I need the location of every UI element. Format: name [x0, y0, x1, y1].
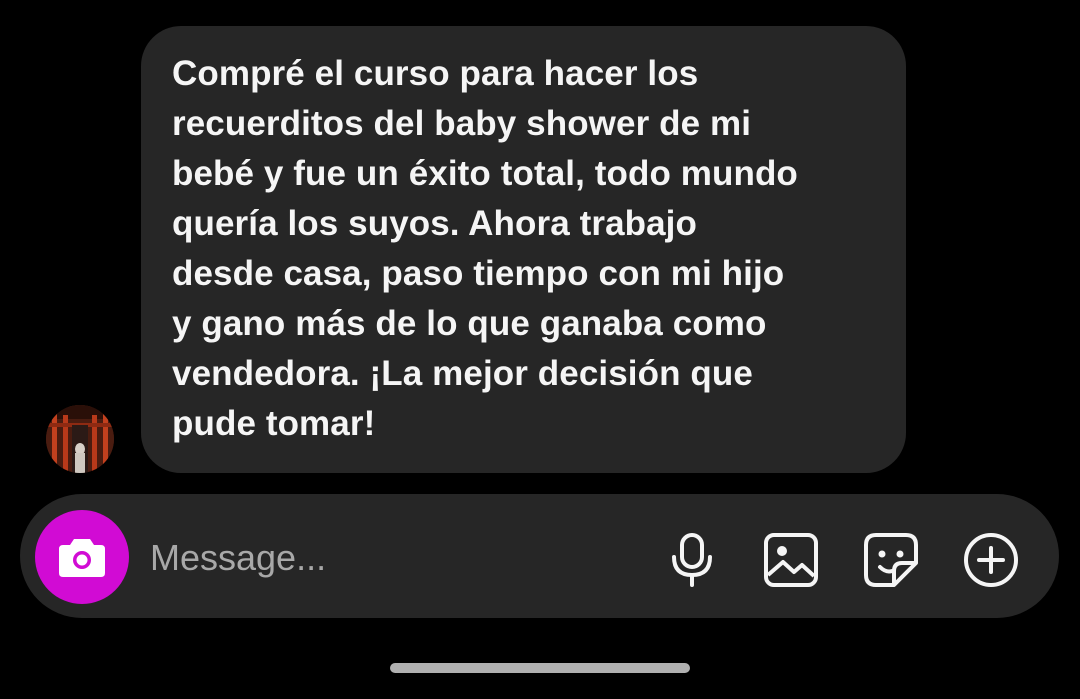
sticker-icon	[864, 533, 918, 587]
microphone-icon	[672, 533, 712, 587]
gallery-button[interactable]	[761, 530, 821, 590]
message-text: Compré el curso para hacer los recuerdit…	[172, 54, 798, 443]
chat-screen: Compré el curso para hacer los recuerdit…	[0, 0, 1080, 699]
gallery-icon	[764, 533, 818, 587]
message-bubble[interactable]: Compré el curso para hacer los recuerdit…	[141, 26, 906, 473]
camera-button[interactable]	[35, 510, 129, 604]
message-row: Compré el curso para hacer los recuerdit…	[0, 0, 1080, 480]
plus-circle-icon	[964, 533, 1018, 587]
sticker-button[interactable]	[861, 530, 921, 590]
voice-message-button[interactable]	[662, 530, 722, 590]
message-composer	[20, 494, 1059, 618]
avatar[interactable]	[46, 405, 114, 473]
camera-icon	[59, 539, 105, 577]
avatar-image	[46, 405, 114, 473]
home-indicator[interactable]	[390, 663, 690, 673]
more-options-button[interactable]	[961, 530, 1021, 590]
message-input[interactable]	[150, 534, 650, 582]
